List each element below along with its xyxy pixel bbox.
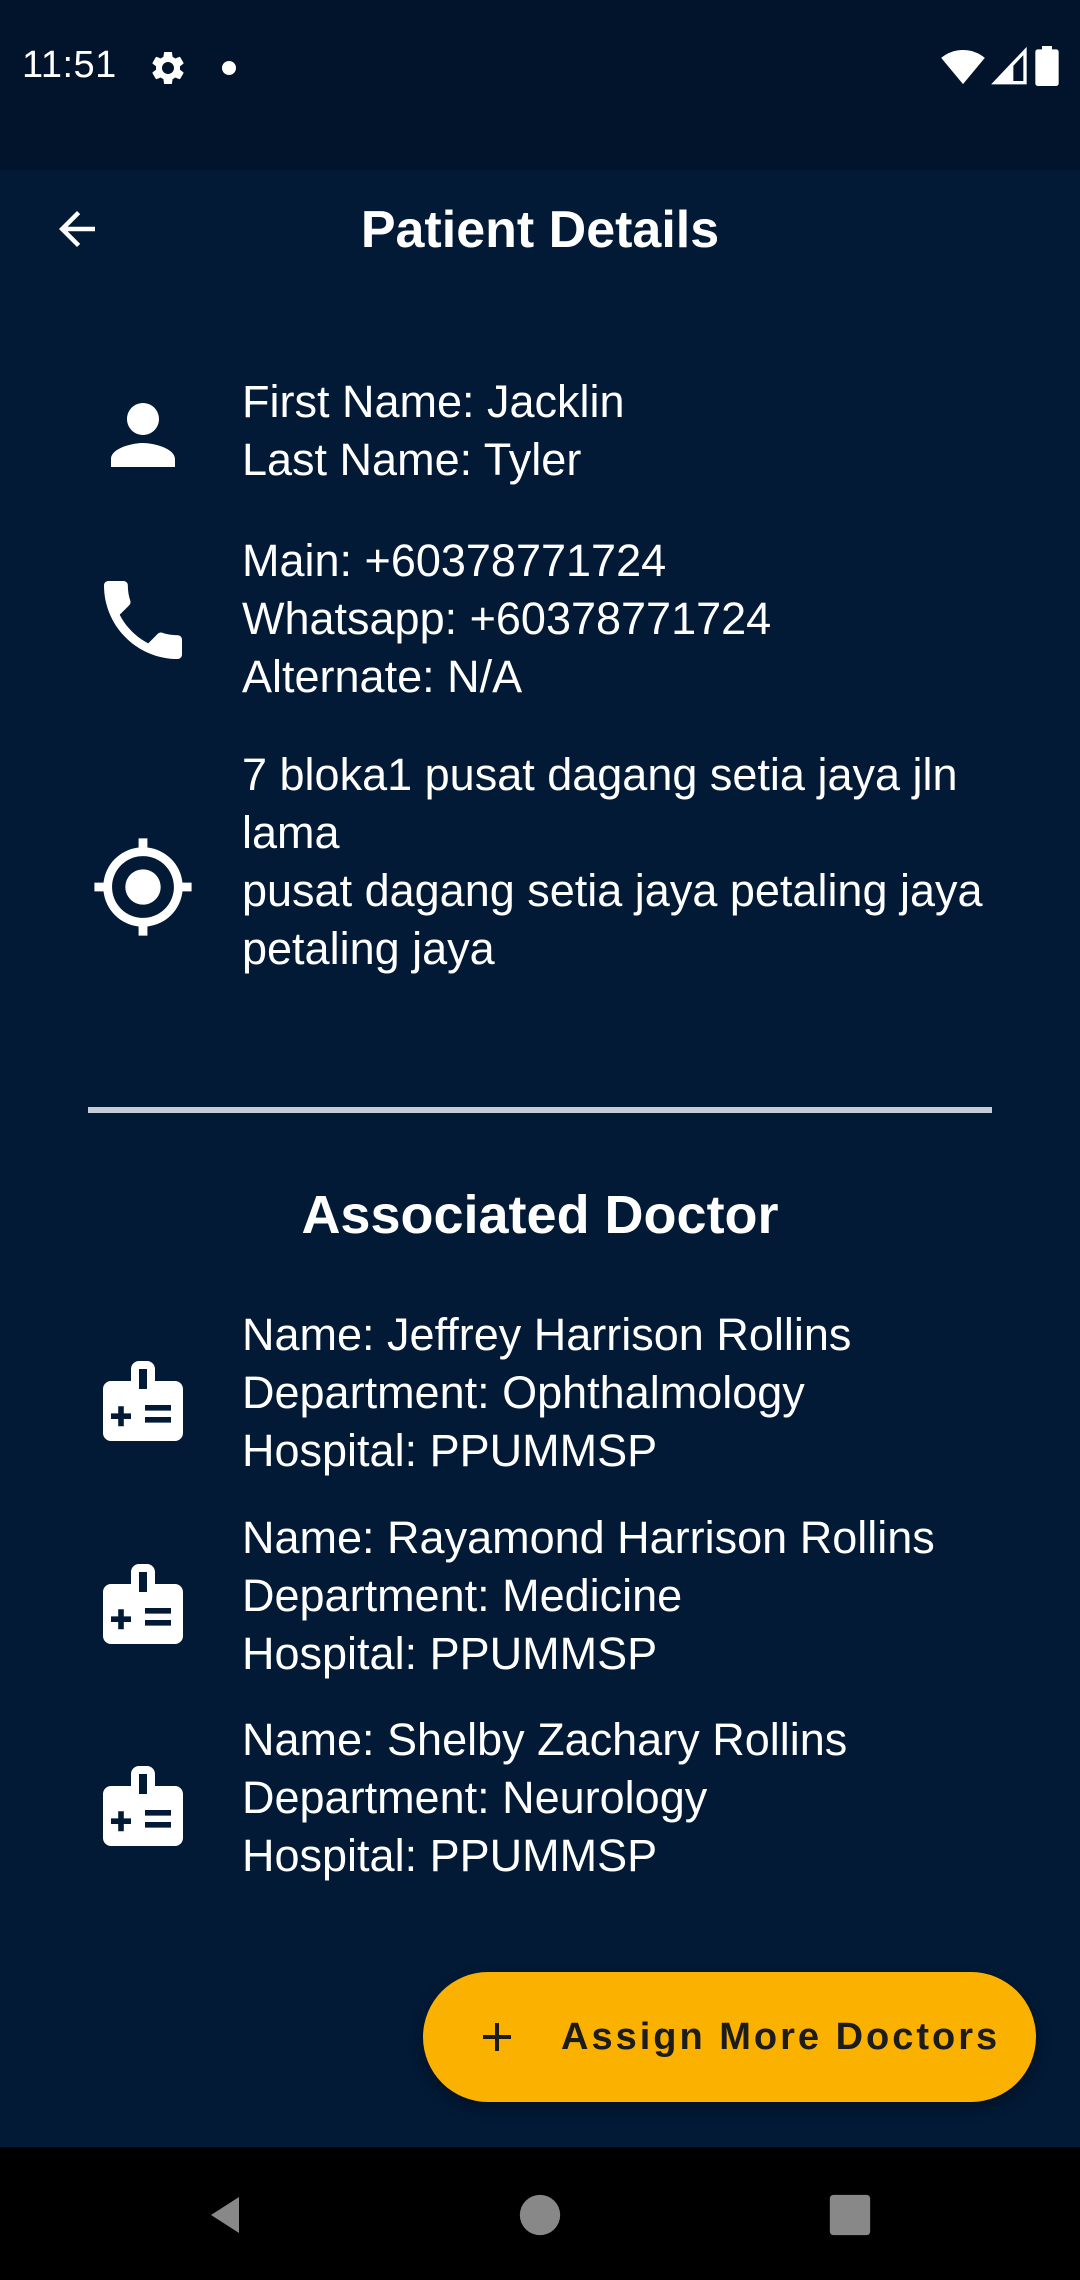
doctor-name: Name: Shelby Zachary Rollins <box>242 1714 848 1765</box>
location-target-icon <box>88 832 198 942</box>
last-name: Last Name: Tyler <box>242 434 582 485</box>
doctor-department: Department: Ophthalmology <box>242 1367 805 1418</box>
medical-id-badge-icon <box>88 1751 198 1861</box>
status-icons <box>941 46 1060 90</box>
wifi-icon <box>941 50 985 85</box>
doctor-name: Name: Rayamond Harrison Rollins <box>242 1512 935 1563</box>
alternate-phone: Alternate: N/A <box>242 651 523 702</box>
address-line-3: petaling jaya <box>242 923 495 974</box>
address-line-1: 7 bloka1 pusat dagang setia jaya jln lam… <box>242 749 958 858</box>
section-divider <box>88 1107 992 1113</box>
triangle-back-icon <box>211 2197 239 2233</box>
battery-icon <box>1035 46 1059 86</box>
notification-dot-icon <box>222 61 236 75</box>
doctor-department: Department: Medicine <box>242 1570 683 1621</box>
system-navigation-bar <box>0 2147 1080 2280</box>
circle-home-icon <box>519 2194 561 2236</box>
page-title: Patient Details <box>360 201 720 259</box>
doctor-text: Name: Shelby Zachary Rollins Department:… <box>242 1711 1042 1885</box>
status-bar: 11:51 <box>0 0 1080 170</box>
doctor-item[interactable]: Name: Shelby Zachary Rollins Department:… <box>0 1711 1080 1891</box>
associated-doctor-heading: Associated Doctor <box>301 1185 779 1245</box>
person-icon <box>88 375 198 495</box>
nav-recents-button[interactable] <box>812 2177 888 2253</box>
status-time: 11:51 <box>22 44 117 86</box>
first-name: First Name: Jacklin <box>242 376 625 427</box>
whatsapp-phone: Whatsapp: +60378771724 <box>242 593 772 644</box>
patient-address-text: 7 bloka1 pusat dagang setia jaya jln lam… <box>242 746 1032 978</box>
patient-name-text: First Name: Jacklin Last Name: Tyler <box>242 373 1042 489</box>
patient-address-row: 7 bloka1 pusat dagang setia jaya jln lam… <box>0 740 1080 1040</box>
plus-icon <box>483 2023 511 2051</box>
doctor-hospital: Hospital: PPUMMSP <box>242 1830 658 1881</box>
patient-phone-row: Main: +60378771724 Whatsapp: +6037877172… <box>0 530 1080 710</box>
phone-icon <box>88 550 198 690</box>
square-recents-icon <box>829 2194 871 2236</box>
nav-back-button[interactable] <box>187 2177 263 2253</box>
nav-home-button[interactable] <box>502 2177 578 2253</box>
app-bar: Patient Details <box>0 170 1080 290</box>
patient-name-row: First Name: Jacklin Last Name: Tyler <box>0 370 1080 500</box>
assign-more-doctors-button[interactable]: Assign More Doctors <box>423 1972 1036 2102</box>
doctor-department: Department: Neurology <box>242 1772 708 1823</box>
doctor-item[interactable]: Name: Rayamond Harrison Rollins Departme… <box>0 1509 1080 1689</box>
patient-phone-text: Main: +60378771724 Whatsapp: +6037877172… <box>242 532 1042 706</box>
medical-id-badge-icon <box>88 1346 198 1456</box>
medical-id-badge-icon <box>88 1549 198 1659</box>
assign-more-doctors-label: Assign More Doctors <box>561 2015 1001 2058</box>
cell-signal-icon <box>990 46 1027 85</box>
doctor-hospital: Hospital: PPUMMSP <box>242 1425 658 1476</box>
address-line-2: pusat dagang setia jaya petaling jaya <box>242 865 983 916</box>
doctor-item[interactable]: Name: Jeffrey Harrison Rollins Departmen… <box>0 1306 1080 1486</box>
doctor-hospital: Hospital: PPUMMSP <box>242 1628 658 1679</box>
settings-gear-icon <box>152 51 184 84</box>
main-phone: Main: +60378771724 <box>242 535 667 586</box>
doctor-text: Name: Jeffrey Harrison Rollins Departmen… <box>242 1306 1042 1480</box>
doctor-name: Name: Jeffrey Harrison Rollins <box>242 1309 852 1360</box>
doctor-text: Name: Rayamond Harrison Rollins Departme… <box>242 1509 1042 1683</box>
